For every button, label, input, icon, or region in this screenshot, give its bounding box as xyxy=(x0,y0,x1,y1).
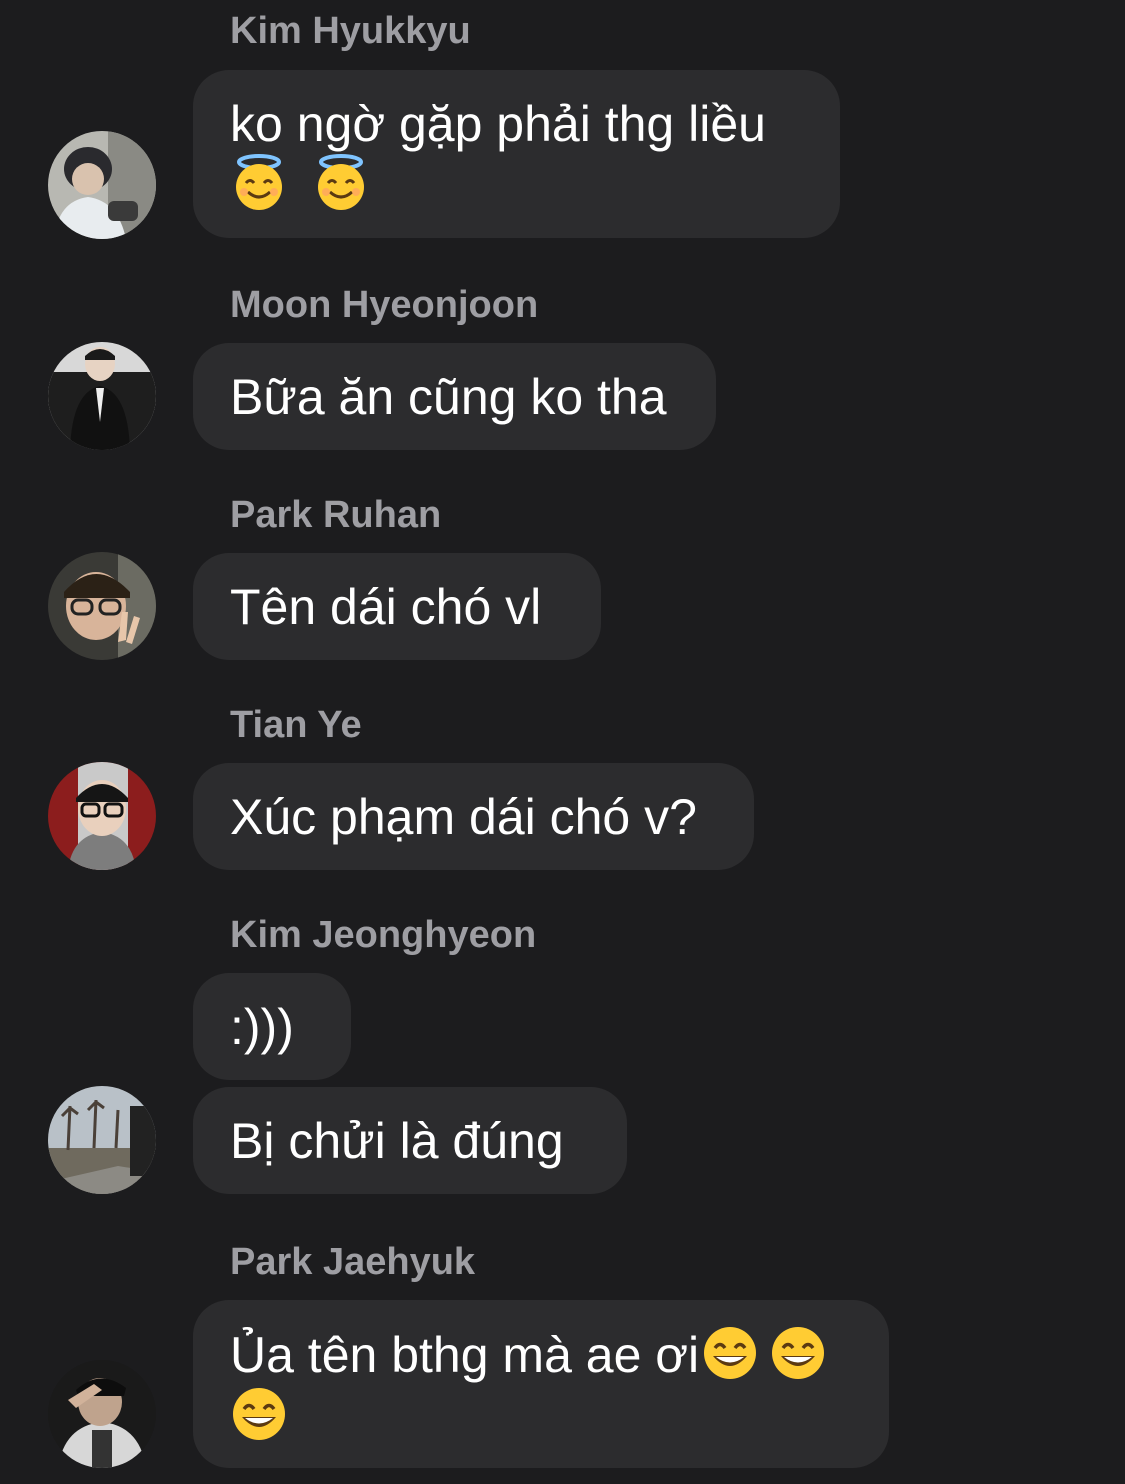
avatar-image xyxy=(48,342,156,450)
message-bubble[interactable]: Ủa tên bthg mà ae ơi xyxy=(193,1300,889,1468)
smiling-face-with-halo-icon xyxy=(230,154,288,212)
message-bubble[interactable]: Bị chửi là đúng xyxy=(193,1087,627,1194)
beaming-face-with-smiling-eyes-icon xyxy=(769,1324,827,1382)
avatar-image xyxy=(48,1360,156,1468)
avatar-kim-jeonghyeon[interactable] xyxy=(48,1086,156,1194)
message-text: ko ngờ gặp phải thg liều xyxy=(230,96,766,152)
avatar-park-jaehyuk[interactable] xyxy=(48,1360,156,1468)
message-line: Ủa tên bthg mà ae ơi xyxy=(230,1324,852,1385)
message-bubble[interactable]: Tên dái chó vl xyxy=(193,553,601,660)
sender-name: Moon Hyeonjoon xyxy=(230,284,539,326)
beaming-face-with-smiling-eyes-icon xyxy=(230,1385,288,1443)
message-bubble[interactable]: Xúc phạm dái chó v? xyxy=(193,763,754,870)
avatar-tian-ye[interactable] xyxy=(48,762,156,870)
message-text: Tên dái chó vl xyxy=(230,579,542,635)
avatar-image xyxy=(48,131,156,239)
avatar-moon-hyeonjoon[interactable] xyxy=(48,342,156,450)
avatar-image xyxy=(48,762,156,870)
sender-name: Park Jaehyuk xyxy=(230,1241,476,1283)
message-bubble[interactable]: Bữa ăn cũng ko tha xyxy=(193,343,716,450)
avatar-image xyxy=(48,552,156,660)
sender-name: Kim Jeonghyeon xyxy=(230,914,537,956)
message-text: Ủa tên bthg mà ae ơi xyxy=(230,1327,700,1383)
emoji-row xyxy=(230,1385,852,1446)
avatar-image xyxy=(48,1086,156,1194)
message-text: Bị chửi là đúng xyxy=(230,1113,564,1169)
message-bubble[interactable]: :))) xyxy=(193,973,351,1080)
message-text: Bữa ăn cũng ko tha xyxy=(230,369,667,425)
sender-name: Park Ruhan xyxy=(230,494,442,536)
smiling-face-with-halo-icon xyxy=(312,154,370,212)
avatar-kim-hyukkyu[interactable] xyxy=(48,131,156,239)
avatar-park-ruhan[interactable] xyxy=(48,552,156,660)
sender-name: Kim Hyukkyu xyxy=(230,10,471,52)
message-bubble[interactable]: ko ngờ gặp phải thg liều xyxy=(193,70,840,238)
sender-name: Tian Ye xyxy=(230,704,362,746)
message-text: :))) xyxy=(230,999,294,1055)
emoji-row xyxy=(230,154,803,215)
beaming-face-with-smiling-eyes-icon xyxy=(701,1324,759,1382)
message-text: Xúc phạm dái chó v? xyxy=(230,789,697,845)
